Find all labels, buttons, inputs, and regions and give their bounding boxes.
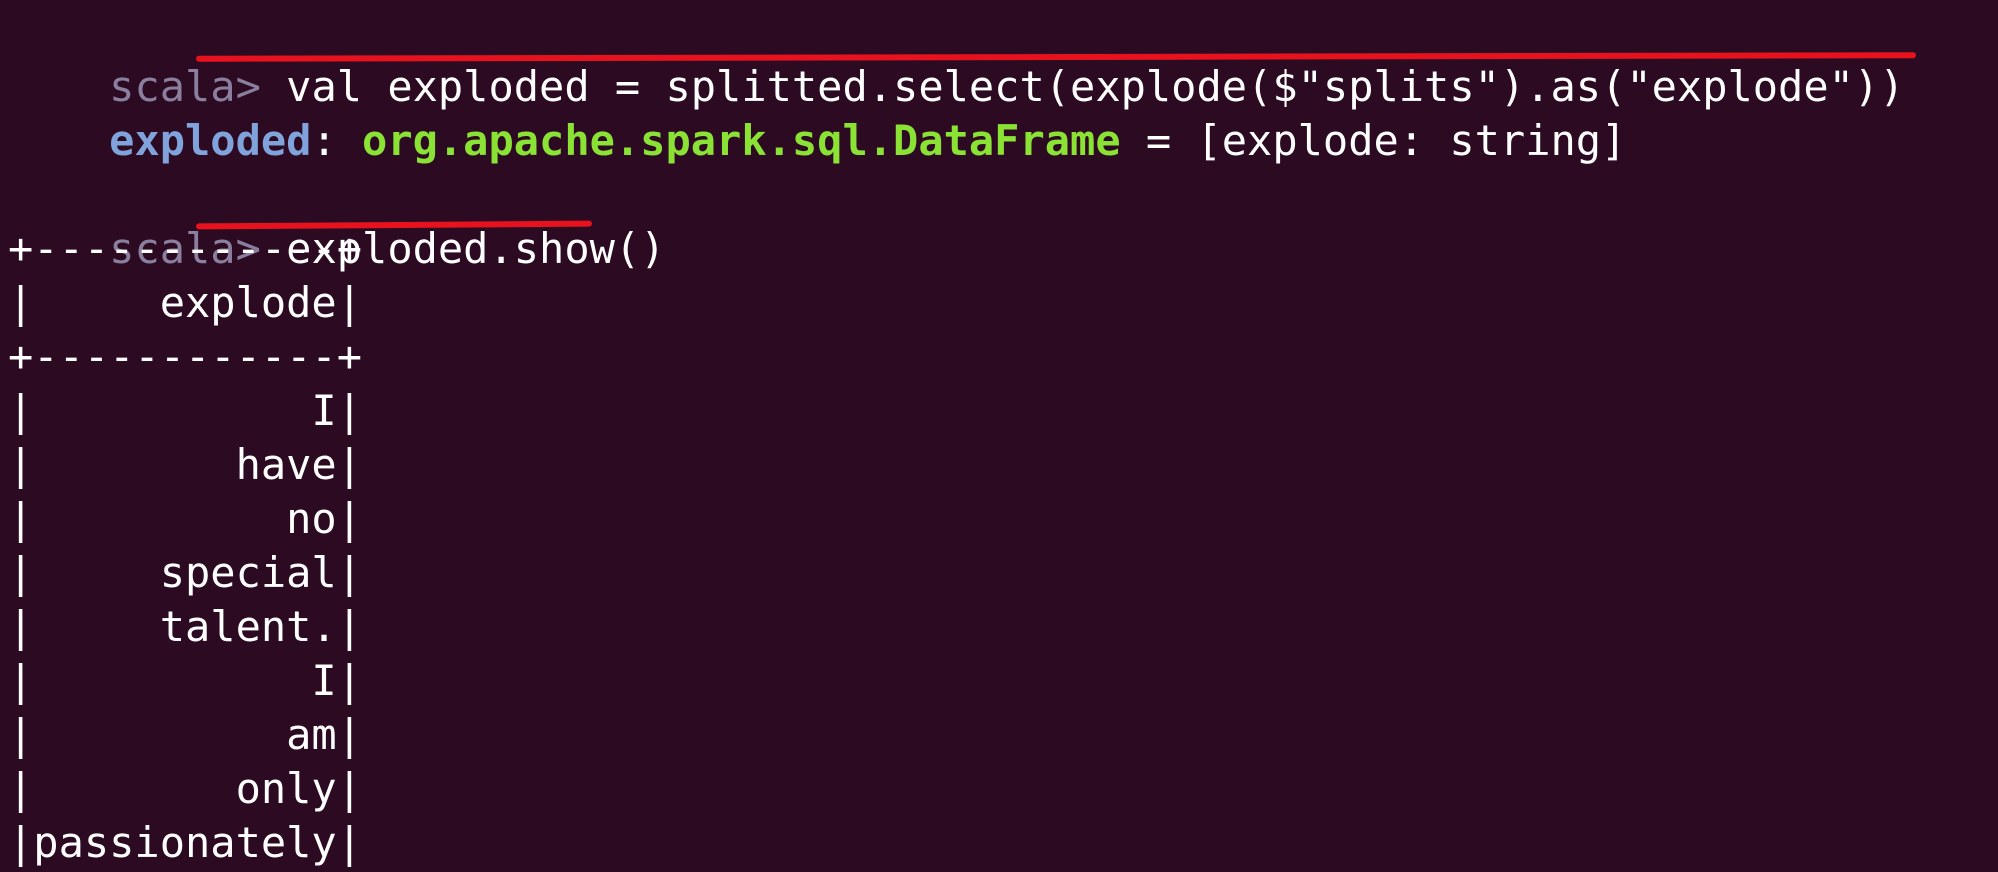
result-line: exploded: org.apache.spark.sql.DataFrame…	[8, 60, 1626, 165]
table-row: | special|	[8, 548, 363, 597]
table-row: | have|	[8, 440, 363, 489]
table-row: | I|	[8, 656, 363, 705]
table-border: +------------+	[8, 332, 363, 381]
result-separator: :	[311, 116, 363, 165]
table-border: +------------+	[8, 224, 363, 273]
result-value-name: exploded	[109, 116, 312, 165]
terminal-window[interactable]: scala> val exploded = splitted.select(ex…	[0, 0, 1998, 872]
table-row: |passionately|	[8, 818, 363, 867]
result-schema: = [explode: string]	[1120, 116, 1627, 165]
table-header: | explode|	[8, 278, 363, 327]
result-type-name: org.apache.spark.sql.DataFrame	[362, 116, 1121, 165]
table-row: | am|	[8, 710, 363, 759]
table-row: | no|	[8, 494, 363, 543]
table-row: | I|	[8, 386, 363, 435]
table-row: | talent.|	[8, 602, 363, 651]
table-row: | only|	[8, 764, 363, 813]
command-line-2: scala> exploded.show()	[8, 168, 665, 273]
